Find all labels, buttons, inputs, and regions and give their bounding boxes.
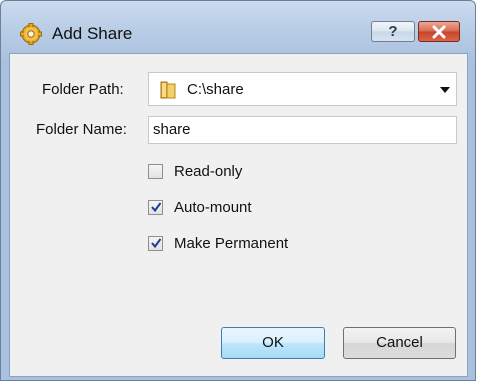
title-bar[interactable]: Add Share ? xyxy=(1,1,475,45)
read-only-checkbox[interactable] xyxy=(148,164,163,179)
folder-name-field[interactable]: share xyxy=(148,116,457,144)
make-permanent-checkbox[interactable] xyxy=(148,236,163,251)
help-button[interactable]: ? xyxy=(371,21,415,42)
make-permanent-label: Make Permanent xyxy=(174,235,289,252)
auto-mount-checkbox[interactable] xyxy=(148,200,163,215)
dialog-title: Add Share xyxy=(52,24,133,43)
cancel-button[interactable]: Cancel xyxy=(343,327,456,359)
checkmark-icon xyxy=(151,238,162,249)
folder-icon xyxy=(157,79,179,101)
folder-path-value: C:\share xyxy=(187,81,244,98)
folder-path-label: Folder Path: xyxy=(42,81,124,98)
folder-name-value: share xyxy=(153,121,191,138)
close-icon xyxy=(431,25,447,43)
read-only-label: Read-only xyxy=(174,163,243,180)
add-share-dialog: Add Share ? Folder Path: C:\share Folder… xyxy=(0,0,476,381)
chevron-down-icon[interactable] xyxy=(440,87,450,93)
ok-button[interactable]: OK xyxy=(221,327,325,359)
dialog-body: Folder Path: C:\share Folder Name: share… xyxy=(9,53,468,377)
folder-path-combobox[interactable]: C:\share xyxy=(148,72,457,106)
gear-folder-icon xyxy=(20,23,42,45)
close-button[interactable] xyxy=(418,21,460,42)
checkmark-icon xyxy=(151,202,162,213)
folder-name-label: Folder Name: xyxy=(36,121,127,138)
auto-mount-label: Auto-mount xyxy=(174,199,252,216)
